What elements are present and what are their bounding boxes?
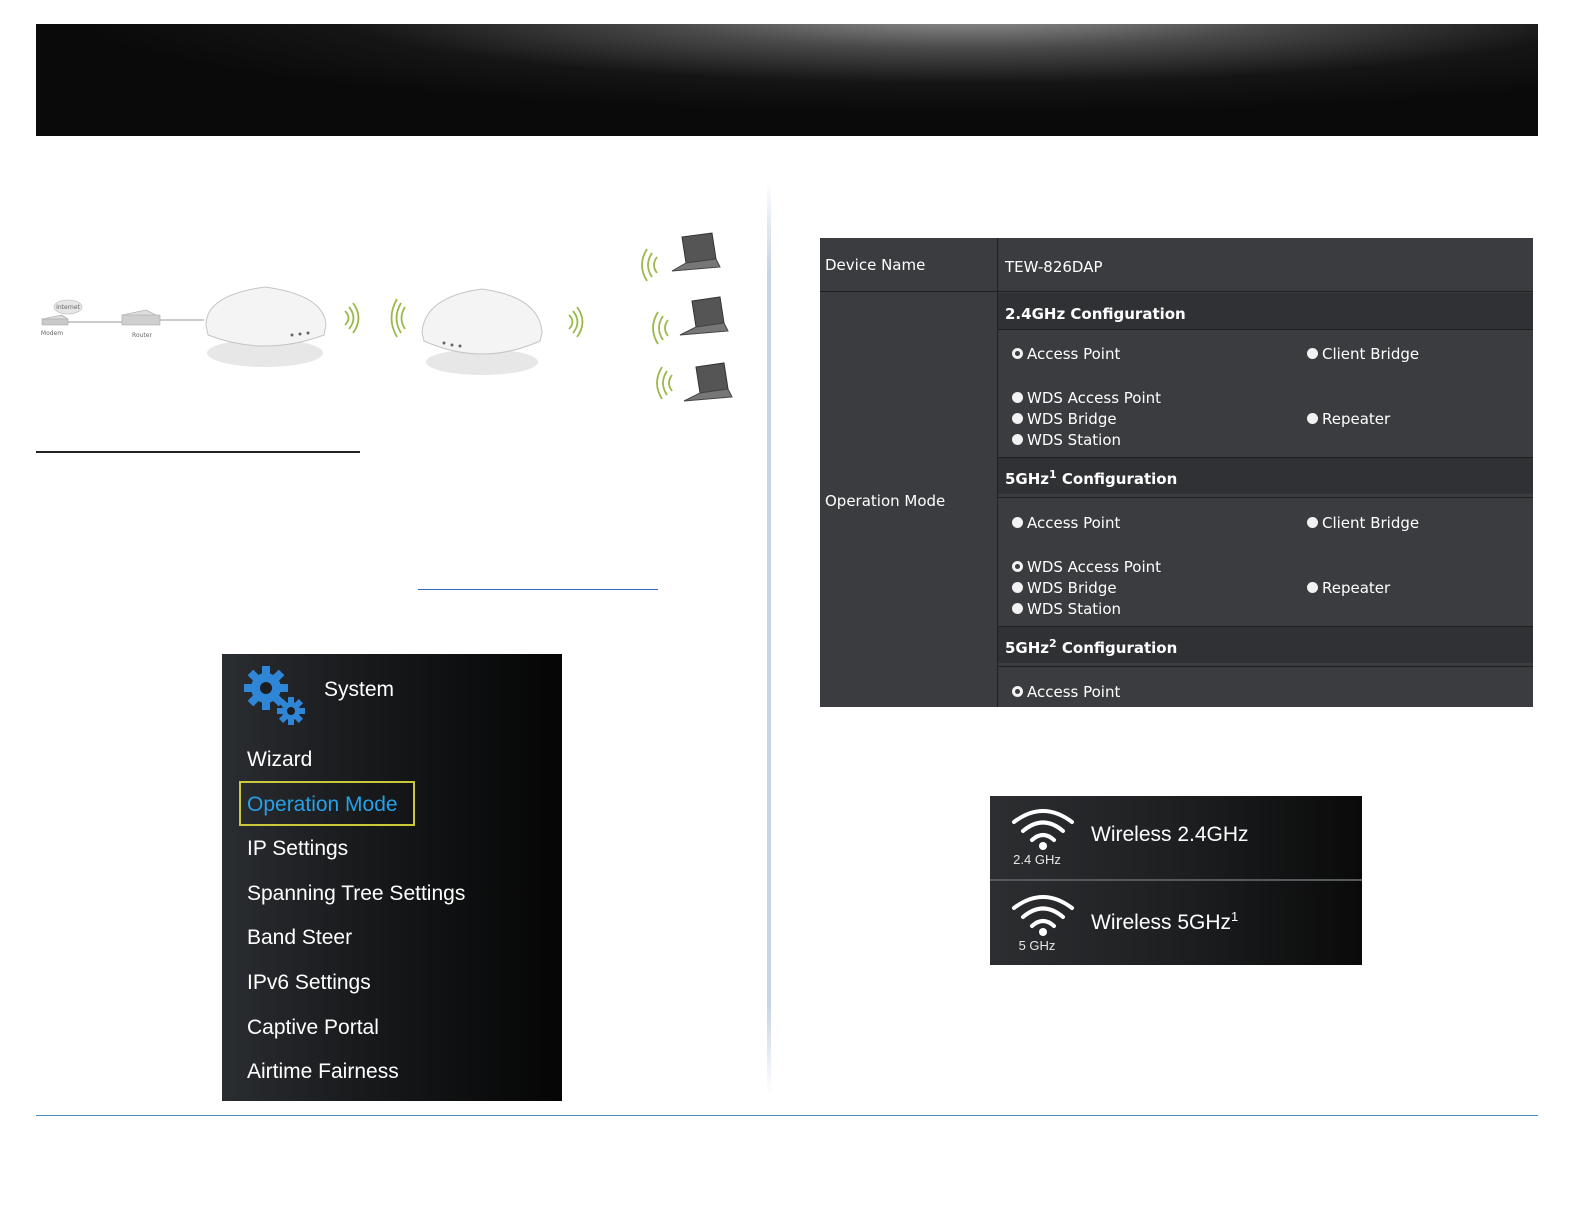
menu-item-ipv6-settings[interactable]: IPv6 Settings	[247, 971, 371, 995]
wireless-signal-icon	[568, 306, 584, 338]
row-divider	[998, 329, 1533, 330]
column-divider	[767, 180, 771, 1095]
laptop-icon	[652, 296, 729, 345]
operation-mode-table: Device Name TEW-826DAP Operation Mode 2.…	[820, 238, 1533, 707]
radio-wds-bridge-5ghz-1[interactable]: WDS Bridge	[1012, 579, 1117, 597]
section-title: 2.4GHz Configuration	[1005, 305, 1186, 323]
radio-selected-icon[interactable]	[1012, 686, 1023, 697]
radio-selected-icon[interactable]	[1012, 348, 1023, 359]
system-menu: System Wizard Operation Mode IP Settings…	[222, 654, 562, 1101]
label-column	[820, 238, 998, 707]
radio-icon[interactable]	[1012, 413, 1023, 424]
router-label: Router	[132, 332, 152, 339]
wifi-icon	[1012, 809, 1074, 850]
radio-wds-station-5ghz-1[interactable]: WDS Station	[1012, 600, 1121, 618]
radio-icon[interactable]	[1307, 582, 1318, 593]
footer-rule	[36, 1115, 1538, 1116]
device-name-label: Device Name	[825, 256, 926, 274]
radio-icon[interactable]	[1012, 582, 1023, 593]
menu-item-captive-portal[interactable]: Captive Portal	[247, 1016, 379, 1040]
wireless-menu: 2.4 GHz Wireless 2.4GHz 5 GHz Wireless 5…	[990, 796, 1362, 965]
row-divider	[998, 666, 1533, 667]
row-divider	[998, 457, 1533, 458]
radio-access-point-5ghz-1[interactable]: Access Point	[1012, 514, 1120, 532]
radio-icon[interactable]	[1012, 434, 1023, 445]
radio-access-point-2-4ghz[interactable]: Access Point	[1012, 345, 1120, 363]
network-diagram: Internet Modem Router	[36, 225, 736, 410]
row-divider	[998, 626, 1533, 627]
radio-client-bridge-5ghz-1[interactable]: Client Bridge	[1307, 514, 1419, 532]
wireless-signal-icon	[344, 298, 406, 338]
radio-access-point-5ghz-2[interactable]: Access Point	[1012, 683, 1120, 701]
section-title: 5GHz2 Configuration	[1005, 637, 1178, 657]
access-point-2-icon	[421, 288, 543, 375]
laptop-icon	[656, 362, 733, 402]
menu-item-airtime-fairness[interactable]: Airtime Fairness	[247, 1060, 399, 1084]
access-point-1-icon	[205, 286, 327, 367]
internet-cloud-icon: Internet	[53, 299, 83, 315]
modem-label: Modem	[41, 330, 63, 337]
link-underline	[418, 589, 658, 590]
menu-item-ip-settings[interactable]: IP Settings	[247, 837, 348, 861]
radio-icon[interactable]	[1012, 392, 1023, 403]
section-rule	[36, 451, 360, 453]
radio-wds-station-2-4ghz[interactable]: WDS Station	[1012, 431, 1121, 449]
operation-mode-label: Operation Mode	[825, 492, 946, 510]
network-diagram-svg: Internet Modem Router	[41, 232, 733, 402]
section-header-5ghz-2: 5GHz2 Configuration	[998, 627, 1533, 663]
wireless-2-4ghz-item[interactable]: Wireless 2.4GHz	[1091, 821, 1249, 847]
modem-icon: Modem	[41, 314, 69, 337]
menu-item-operation-mode[interactable]: Operation Mode	[247, 793, 398, 817]
radio-icon[interactable]	[1307, 517, 1318, 528]
radio-wds-access-point-2-4ghz[interactable]: WDS Access Point	[1012, 389, 1161, 407]
radio-icon[interactable]	[1307, 348, 1318, 359]
radio-wds-bridge-2-4ghz[interactable]: WDS Bridge	[1012, 410, 1117, 428]
menu-item-spanning-tree-settings[interactable]: Spanning Tree Settings	[247, 882, 465, 906]
radio-repeater-5ghz-1[interactable]: Repeater	[1307, 579, 1390, 597]
band-label-2-4ghz: 2.4 GHz	[1013, 852, 1061, 867]
wireless-5ghz-item[interactable]: Wireless 5GHz1	[1091, 909, 1238, 935]
header-banner	[36, 24, 1538, 136]
menu-item-wizard[interactable]: Wizard	[247, 748, 312, 772]
menu-separator	[990, 879, 1362, 881]
cloud-label: Internet	[56, 304, 80, 311]
laptop-icon	[641, 232, 721, 282]
section-title: 5GHz1 Configuration	[1005, 468, 1178, 488]
radio-icon[interactable]	[1012, 517, 1023, 528]
section-header-2-4ghz: 2.4GHz Configuration	[998, 293, 1533, 329]
radio-client-bridge-2-4ghz[interactable]: Client Bridge	[1307, 345, 1419, 363]
radio-selected-icon[interactable]	[1012, 561, 1023, 572]
wifi-icon	[1012, 895, 1074, 936]
router-icon: Router	[121, 309, 161, 339]
radio-icon[interactable]	[1307, 413, 1318, 424]
menu-item-band-steer[interactable]: Band Steer	[247, 926, 352, 950]
row-divider	[998, 497, 1533, 498]
band-label-5ghz: 5 GHz	[1018, 938, 1056, 953]
section-header-5ghz-1: 5GHz1 Configuration	[998, 458, 1533, 494]
system-title: System	[324, 678, 395, 701]
radio-repeater-2-4ghz[interactable]: Repeater	[1307, 410, 1390, 428]
device-name-value: TEW-826DAP	[1005, 258, 1103, 276]
radio-wds-access-point-5ghz-1[interactable]: WDS Access Point	[1012, 558, 1161, 576]
gear-icon	[244, 666, 305, 725]
row-divider	[820, 291, 1533, 292]
radio-icon[interactable]	[1012, 603, 1023, 614]
